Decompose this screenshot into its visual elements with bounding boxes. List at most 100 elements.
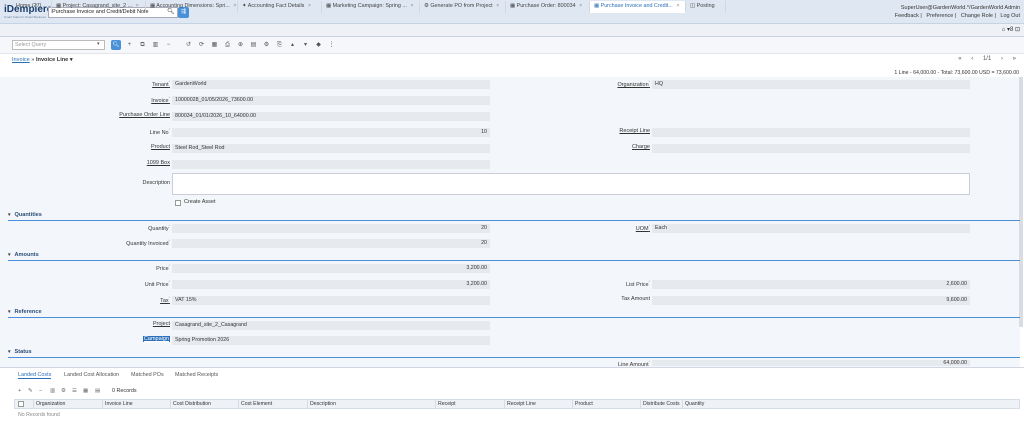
user-info[interactable]: SuperUser@GardenWorld.*/GardenWorld Admi… <box>901 5 1020 11</box>
close-icon[interactable]: × <box>579 3 582 9</box>
section-quantities[interactable]: ▾ Quantities <box>8 211 1020 221</box>
tab-matched-pos[interactable]: Matched POs <box>131 372 164 378</box>
grid-toggle-icon[interactable]: ▦ <box>210 40 219 50</box>
delete-record-icon[interactable]: ▥ <box>151 40 160 50</box>
unit-price-field[interactable]: 3,200.00 <box>172 280 490 289</box>
close-icon[interactable]: × <box>496 3 499 9</box>
close-icon[interactable]: × <box>233 3 236 9</box>
last-record-icon[interactable]: » <box>1013 56 1016 62</box>
save-icon[interactable]: ▥ <box>50 388 55 394</box>
price-field[interactable]: 3,200.00 <box>172 264 490 273</box>
undo-icon[interactable]: ↺ <box>184 40 193 50</box>
column-header[interactable]: Receipt Line <box>504 400 536 408</box>
archive-icon[interactable]: ⚙ <box>262 40 271 50</box>
breadcrumb-invoice-link[interactable]: Invoice <box>12 57 30 63</box>
report-icon[interactable]: ▤ <box>249 40 258 50</box>
product-field[interactable]: Steel Rod_Steel Rod <box>172 144 490 153</box>
organization-field[interactable]: HQ <box>652 80 970 89</box>
tenant-field[interactable]: GardenWorld <box>172 80 490 89</box>
tab-matched-receipts[interactable]: Matched Receipts <box>175 372 218 378</box>
tab-landed-cost-allocation[interactable]: Landed Cost Allocation <box>64 372 119 378</box>
tab-marketing-campaign[interactable]: ▦ Marketing Campaign: Spring ... × <box>322 1 420 13</box>
refresh-icon[interactable]: ⟳ <box>197 40 206 50</box>
column-header[interactable]: Cost Element <box>238 400 272 408</box>
column-header[interactable]: Organization <box>33 400 65 408</box>
customize-icon[interactable]: ▤ <box>95 388 100 394</box>
column-header[interactable]: Product <box>572 400 593 408</box>
tax-field[interactable]: VAT 15% <box>172 296 490 305</box>
export-icon[interactable]: ▴ <box>288 40 297 50</box>
tab-home[interactable]: Home (27) <box>12 1 52 13</box>
tab-purchase-order[interactable]: ▦ Purchase Order: 800034 × <box>506 1 590 13</box>
settings-icon[interactable]: ⚙ <box>61 388 66 394</box>
1099-box-field[interactable] <box>172 160 490 169</box>
close-icon[interactable]: × <box>308 3 311 9</box>
column-header[interactable]: Description <box>307 400 336 408</box>
uom-field[interactable]: Each <box>652 224 970 233</box>
first-record-icon[interactable]: « <box>958 56 961 62</box>
project-field[interactable]: Casagrand_site_2_Casagrand <box>172 321 490 330</box>
breadcrumb-current[interactable]: Invoice Line ▾ <box>36 57 73 63</box>
close-icon[interactable]: × <box>136 3 139 9</box>
section-status[interactable]: ▾ Status <box>8 348 1020 358</box>
section-reference[interactable]: ▾ Reference <box>8 308 1020 318</box>
quantity-field[interactable]: 20 <box>172 224 490 233</box>
charge-field[interactable] <box>652 144 970 153</box>
purchase-order-line-field[interactable]: 800034_01/01/2026_10_64000.00 <box>172 112 490 121</box>
more-icon[interactable]: ⋮ <box>327 40 336 50</box>
preference-link[interactable]: Preference <box>926 13 953 19</box>
campaign-field[interactable]: Spring Promotion 2026 <box>172 336 490 345</box>
column-header[interactable]: Invoice Line <box>102 400 133 408</box>
close-icon[interactable]: × <box>676 3 679 9</box>
collapse-icon[interactable]: − <box>164 40 173 50</box>
select-query-input[interactable]: Select Query <box>12 40 105 50</box>
tab-landed-costs[interactable]: Landed Costs <box>18 372 52 379</box>
no-records-message: No Records found <box>18 412 60 418</box>
column-header[interactable]: Quantity <box>682 400 704 408</box>
delete-icon[interactable]: − <box>39 388 42 394</box>
edit-icon[interactable]: ✎ <box>28 388 33 394</box>
tab-controls[interactable]: ⌂ ▾8 ⊡ <box>1002 26 1020 33</box>
close-icon[interactable]: × <box>410 3 413 9</box>
record-navigation: « ‹ 1/1 › » <box>950 56 1016 62</box>
previous-record-icon[interactable]: ‹ <box>971 56 973 62</box>
process-icon[interactable]: ▾ <box>301 40 310 50</box>
add-icon[interactable]: + <box>18 388 21 394</box>
breadcrumb: Invoice » Invoice Line ▾ <box>12 57 73 63</box>
tag-icon[interactable]: ◆ <box>314 40 323 50</box>
feedback-link[interactable]: Feedback <box>895 13 919 19</box>
grid-icon[interactable]: ▦ <box>83 388 88 394</box>
tab-posting[interactable]: ◫ Posting <box>686 1 726 13</box>
quantity-invoiced-field[interactable]: 20 <box>172 239 490 248</box>
tab-generate-po[interactable]: ⚙ Generate PO from Project × <box>420 1 506 13</box>
tax-amount-field[interactable]: 9,600.00 <box>652 296 970 305</box>
print-icon[interactable]: ⎘ <box>275 40 284 50</box>
line-no-field[interactable]: 10 <box>172 128 490 137</box>
next-record-icon[interactable]: › <box>1001 56 1003 62</box>
copy-record-icon[interactable]: ⧉ <box>138 40 147 50</box>
tab-accounting-dimensions[interactable]: ▦ Accounting Dimensions: Spri... × <box>146 1 238 13</box>
search-icon[interactable]: 🔍︎ <box>111 40 121 50</box>
form-scrollbar[interactable] <box>1019 77 1023 327</box>
column-header[interactable]: Receipt <box>435 400 456 408</box>
invoice-field[interactable]: 10000028_01/05/2026_73600.00 <box>172 96 490 105</box>
column-header[interactable]: Distribute Costs <box>640 400 680 408</box>
receipt-line-field[interactable] <box>652 128 970 137</box>
attachment-icon[interactable]: ⎙ <box>223 40 232 50</box>
section-amounts[interactable]: ▾ Amounts <box>8 251 1020 261</box>
list-icon[interactable]: ☰ <box>72 388 77 394</box>
description-textarea[interactable] <box>172 173 970 195</box>
tab-project[interactable]: ▦ Project: Casagrand_site_2 ... × <box>52 1 146 13</box>
column-header[interactable]: Cost Distribution <box>170 400 211 408</box>
new-record-icon[interactable]: + <box>125 40 134 50</box>
create-asset-checkbox[interactable] <box>175 200 181 206</box>
change-role-link[interactable]: Change Role <box>961 13 993 19</box>
zoom-across-icon[interactable]: ⊕ <box>236 40 245 50</box>
select-all-checkbox[interactable] <box>18 401 24 407</box>
list-price-field[interactable]: 2,600.00 <box>652 280 970 289</box>
logout-link[interactable]: Log Out <box>1000 13 1020 19</box>
tab-purchase-invoice[interactable]: ▦ Purchase Invoice and Credit... × <box>590 1 686 13</box>
line-amount-field[interactable]: 64,000.00 <box>652 360 970 366</box>
chevron-down-icon[interactable]: ▾ <box>97 41 100 47</box>
tab-accounting-fact-details[interactable]: ✦ Accounting Fact Details × <box>238 1 322 13</box>
